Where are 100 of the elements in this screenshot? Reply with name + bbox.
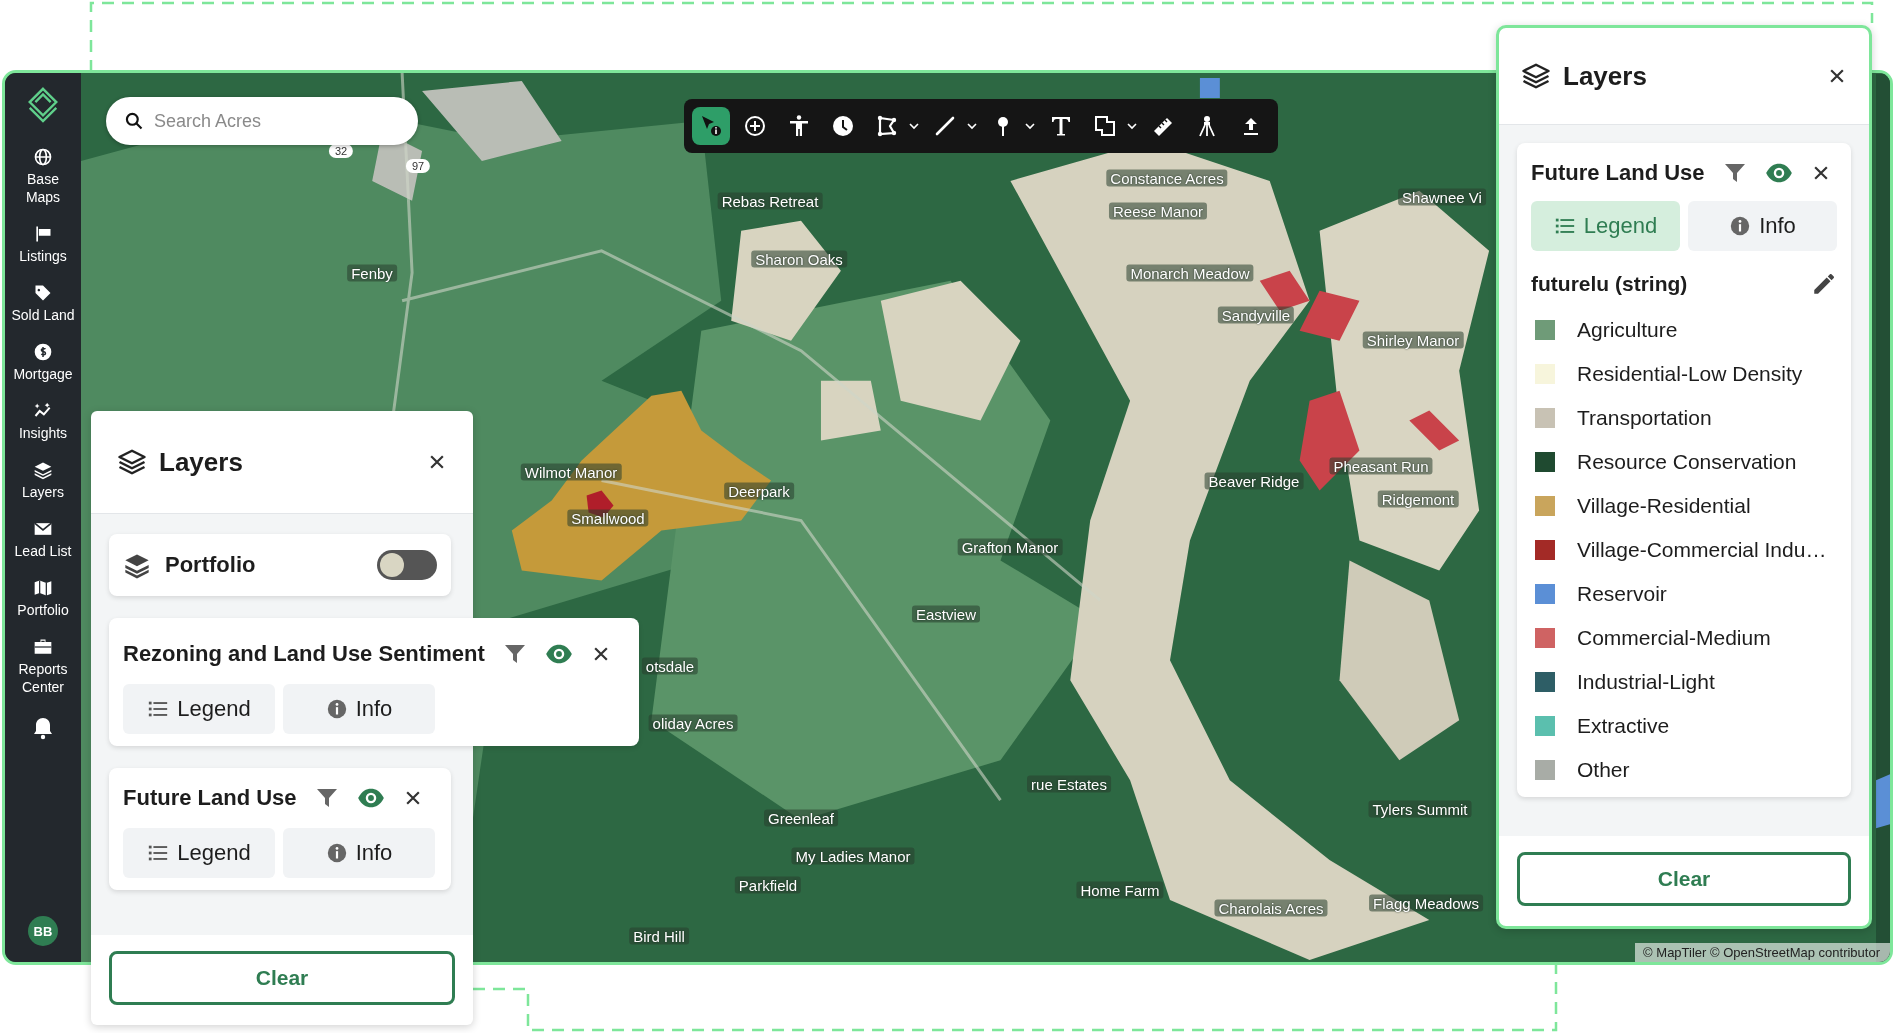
sidebar-item[interactable]: Reports Center (6, 633, 80, 700)
sidebar-label: Reports Center (17, 660, 69, 696)
info-button[interactable]: Info (283, 828, 435, 878)
place-label: Tylers Summit (1368, 800, 1472, 818)
place-label: Eastview (912, 605, 980, 623)
sidebar-label: Base Maps (24, 170, 62, 206)
place-label: Smallwood (567, 509, 649, 527)
place-label: My Ladies Manor (791, 847, 915, 865)
layers-icon (117, 447, 147, 477)
place-label: Charolais Acres (1214, 899, 1328, 917)
polygon-icon (875, 114, 899, 138)
place-label: otsdale (641, 657, 699, 675)
legend-button[interactable]: Legend (1531, 201, 1680, 251)
legend-label: Industrial-Light (1577, 670, 1715, 694)
bell-icon[interactable] (31, 716, 55, 740)
place-label: oliday Acres (648, 714, 738, 732)
info-icon (1729, 215, 1752, 237)
avatar[interactable]: BB (28, 916, 58, 946)
sidebar-item[interactable]: Insights (6, 397, 80, 446)
legend-label: Resource Conservation (1577, 450, 1797, 474)
pencil-icon[interactable] (1811, 271, 1837, 297)
info-button[interactable]: Info (1688, 201, 1837, 251)
layer-name: Future Land Use (123, 785, 297, 811)
filter-icon[interactable] (1722, 161, 1747, 185)
place-label: Ridgemont (1377, 490, 1459, 508)
place-label: Monarch Meadow (1126, 264, 1254, 282)
tag-icon (33, 283, 53, 303)
filter-icon[interactable] (314, 786, 339, 810)
place-label: Sandyville (1217, 306, 1295, 324)
sidebar-item[interactable]: Sold Land (6, 279, 80, 328)
layer-name: Rezoning and Land Use Sentiment (123, 641, 485, 667)
sidebar-item[interactable]: Base Maps (6, 143, 80, 210)
sidebar-item[interactable]: Mortgage (6, 338, 80, 387)
chevron-down-icon[interactable] (966, 120, 978, 132)
plus-circle-icon (743, 114, 767, 138)
panel-title: Layers (1563, 60, 1648, 92)
sidebar-item[interactable]: Layers (6, 456, 80, 505)
legend-label: Extractive (1577, 714, 1670, 738)
legend-label: Village-Commercial Indu… (1577, 538, 1827, 562)
sidebar-item[interactable]: Portfolio (6, 574, 80, 623)
flag-icon (33, 224, 53, 244)
map-attribution: © MapTiler © OpenStreetMap contributor (1635, 943, 1890, 962)
place-label: Deerpark (724, 482, 794, 500)
sidebar-label: Lead List (14, 542, 72, 560)
globe-icon (33, 147, 53, 167)
person-icon (787, 114, 811, 138)
clock-icon (831, 114, 855, 138)
sidebar-item[interactable]: Listings (6, 220, 80, 269)
place-label: Bird Hill (629, 927, 689, 945)
legend-label: Other (1577, 758, 1630, 782)
field-name: futurelu (string) (1531, 272, 1688, 296)
sidebar-label: Insights (18, 424, 68, 442)
place-label: Sharon Oaks (751, 250, 847, 268)
text-tool-icon (1049, 114, 1073, 138)
sidebar-label: Layers (22, 483, 64, 501)
place-label: Grafton Manor (957, 538, 1063, 556)
sidebar-label: Mortgage (13, 365, 73, 383)
layers-icon (33, 460, 53, 480)
info-icon (325, 698, 348, 720)
sidebar-label: Sold Land (11, 306, 75, 324)
legend-button[interactable]: Legend (123, 828, 275, 878)
pointer-info-icon (699, 114, 723, 138)
place-label: Pheasant Run (1329, 457, 1433, 475)
legend-label: Village-Residential (1577, 494, 1751, 518)
place-label: Constance Acres (1106, 169, 1228, 187)
chevron-down-icon[interactable] (908, 120, 920, 132)
place-label: Shirley Manor (1362, 331, 1464, 349)
legend-label: Reservoir (1577, 582, 1667, 606)
chevron-down-icon[interactable] (1126, 120, 1138, 132)
place-label: rue Estates (1027, 775, 1111, 793)
clear-button[interactable]: Clear (1517, 852, 1851, 906)
layers-icon (1521, 61, 1551, 91)
place-label: Reese Manor (1109, 202, 1207, 220)
legend-label: Agriculture (1577, 318, 1678, 342)
clear-button[interactable]: Clear (109, 951, 455, 1005)
layer-name: Portfolio (165, 552, 257, 578)
legend-button[interactable]: Legend (123, 684, 275, 734)
place-label: Rebas Retreat (717, 192, 823, 210)
chevron-down-icon[interactable] (1024, 120, 1036, 132)
place-label: Fenby (347, 264, 397, 282)
sidebar-label: Listings (19, 247, 67, 265)
place-label: Greenleaf (764, 809, 838, 827)
place-label: Beaver Ridge (1204, 472, 1304, 490)
filter-icon[interactable] (502, 642, 527, 666)
dollar-icon (33, 342, 53, 362)
shapes-icon (1093, 114, 1117, 138)
toggle-switch[interactable] (377, 550, 437, 580)
legend-label: Residential-Low Density (1577, 362, 1803, 386)
map-icon (33, 578, 53, 598)
place-label: Shawnee Vi (1398, 188, 1486, 206)
place-label: Parkfield (734, 876, 802, 894)
briefcase-icon (33, 637, 53, 657)
info-icon (325, 842, 348, 864)
line-icon (933, 114, 957, 138)
search-icon (124, 111, 144, 131)
info-button[interactable]: Info (283, 684, 435, 734)
search-field[interactable]: Search Acres (106, 97, 418, 145)
sidebar-item[interactable]: Lead List (6, 515, 80, 564)
legend-label: Transportation (1577, 406, 1712, 430)
legend-label: Commercial-Medium (1577, 626, 1771, 650)
